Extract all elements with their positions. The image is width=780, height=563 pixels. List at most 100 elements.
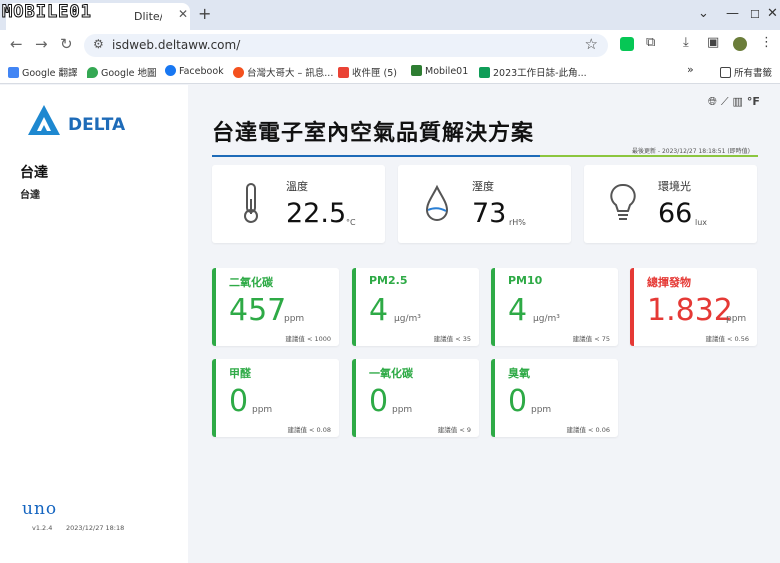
site-sub-item[interactable]: 台達 bbox=[20, 186, 40, 201]
aq-reference: 建議值 < 0.08 bbox=[287, 426, 331, 434]
browser-tab-strip: Dlite/\ ✕ MOBILE01 + ⌄ — ☐ ✕ bbox=[0, 0, 780, 30]
all-bookmarks-folder[interactable]: 所有書籤 bbox=[720, 65, 772, 79]
bookmark-item[interactable]: Google 地圖 bbox=[87, 65, 157, 79]
taiwan-mobile-icon bbox=[233, 67, 244, 78]
address-bar[interactable]: ⚙ isdweb.deltaww.com/ ☆ bbox=[84, 34, 608, 57]
sidebar-updated-time: 2023/12/27 18:18 bbox=[66, 524, 125, 532]
aq-unit: ppm bbox=[252, 405, 273, 415]
aq-value: 4 bbox=[508, 293, 528, 328]
aq-label: 總揮發物 bbox=[647, 276, 691, 289]
thermometer-icon bbox=[244, 183, 258, 223]
delta-logo[interactable]: DELTA bbox=[26, 103, 136, 139]
aq-unit: ppm bbox=[531, 405, 552, 415]
aq-unit: ppm bbox=[284, 314, 305, 324]
minimize-icon[interactable]: — bbox=[726, 6, 739, 21]
pm25-card[interactable]: PM2.5 4 μg/m³ 建議值 < 35 bbox=[352, 268, 479, 346]
unit-toggle-button[interactable]: °F bbox=[747, 95, 760, 108]
title-underline-green bbox=[540, 155, 758, 157]
last-update-text: 最後更新 - 2023/12/27 18:18:51 (即時值) bbox=[632, 148, 751, 155]
sheets-icon bbox=[479, 67, 490, 78]
close-window-icon[interactable]: ✕ bbox=[767, 6, 778, 21]
folder-icon bbox=[720, 67, 731, 78]
url-text[interactable]: isdweb.deltaww.com/ bbox=[112, 38, 240, 52]
env-label: 環境光 bbox=[658, 180, 691, 193]
pm10-card[interactable]: PM10 4 μg/m³ 建議值 < 75 bbox=[491, 268, 618, 346]
sidebar: DELTA 台達 台達 uno v1.2.4 2023/12/27 18:18 bbox=[0, 85, 188, 563]
tab-close-icon[interactable]: ✕ bbox=[178, 7, 188, 21]
line-chart-icon[interactable]: ⟋ bbox=[721, 95, 729, 108]
aq-label: 臭氧 bbox=[508, 367, 530, 380]
aq-reference: 建議值 < 9 bbox=[437, 426, 471, 434]
tvoc-card[interactable]: 總揮發物 1.832 ppm 建議值 < 0.56 bbox=[630, 268, 757, 346]
line-extension-icon[interactable] bbox=[620, 37, 634, 51]
bookmark-item[interactable]: Mobile01 bbox=[411, 65, 468, 77]
aq-label: PM2.5 bbox=[369, 274, 408, 287]
extensions-icon[interactable]: ⧉ bbox=[646, 35, 655, 50]
brand-wordmark: DELTA bbox=[68, 115, 126, 135]
co2-card[interactable]: 二氧化碳 457 ppm 建議值 < 1000 bbox=[212, 268, 339, 346]
page-title: 台達電子室內空氣品質解決方案 bbox=[212, 121, 535, 146]
aq-value: 0 bbox=[369, 384, 389, 419]
humidity-card[interactable]: 溼度 73 rH% bbox=[398, 165, 571, 243]
tab-title: Dlite/\ bbox=[134, 10, 162, 23]
aq-value: 0 bbox=[508, 384, 528, 419]
site-name[interactable]: 台達 bbox=[20, 162, 48, 182]
uno-logo: uno bbox=[22, 499, 58, 519]
version-text: v1.2.4 bbox=[32, 524, 53, 532]
bookmark-item[interactable]: 收件匣 (5) bbox=[338, 65, 397, 79]
new-tab-icon[interactable]: + bbox=[198, 4, 211, 23]
bookmarks-bar: Google 翻譯 Google 地圖 Facebook 台灣大哥大 – 訊息.… bbox=[0, 60, 780, 84]
download-icon[interactable]: ⤓ bbox=[683, 35, 689, 50]
menu-icon[interactable]: ⋮ bbox=[760, 35, 773, 50]
gmail-icon bbox=[338, 67, 349, 78]
side-panel-icon[interactable]: ▣ bbox=[707, 35, 719, 50]
aq-reference: 建議值 < 1000 bbox=[285, 335, 331, 343]
env-unit: °C bbox=[346, 218, 356, 227]
maximize-icon[interactable]: ☐ bbox=[750, 8, 760, 21]
co-card[interactable]: 一氧化碳 0 ppm 建議值 < 9 bbox=[352, 359, 479, 437]
formaldehyde-card[interactable]: 甲醛 0 ppm 建議值 < 0.08 bbox=[212, 359, 339, 437]
env-value: 66 bbox=[658, 198, 693, 229]
mobile01-icon bbox=[411, 65, 422, 76]
env-value: 73 bbox=[472, 198, 507, 229]
aq-label: 一氧化碳 bbox=[369, 367, 413, 380]
aq-value: 4 bbox=[369, 293, 389, 328]
env-unit: rH% bbox=[509, 218, 526, 227]
language-globe-icon[interactable]: 🌐︎ bbox=[708, 95, 717, 108]
profile-avatar[interactable] bbox=[733, 37, 747, 51]
forward-icon[interactable]: → bbox=[35, 35, 48, 53]
translate-icon bbox=[8, 67, 19, 78]
aq-reference: 建議值 < 35 bbox=[433, 335, 471, 343]
title-underline-blue bbox=[212, 155, 540, 157]
watermark-logo: MOBILE01 bbox=[2, 2, 92, 23]
bookmark-item[interactable]: Facebook bbox=[165, 65, 224, 77]
aq-value: 1.832 bbox=[647, 293, 733, 328]
back-icon[interactable]: ← bbox=[10, 35, 23, 53]
aq-label: PM10 bbox=[508, 274, 543, 287]
site-info-icon[interactable]: ⚙ bbox=[93, 37, 104, 51]
aq-value: 0 bbox=[229, 384, 249, 419]
reload-icon[interactable]: ↻ bbox=[60, 35, 73, 53]
facebook-icon bbox=[165, 65, 176, 76]
bookmark-item[interactable]: Google 翻譯 bbox=[8, 65, 78, 79]
page-toolbar: 🌐︎ ⟋ ▥ °F bbox=[708, 95, 764, 109]
temperature-card[interactable]: 溫度 22.5 °C bbox=[212, 165, 385, 243]
ambient-light-card[interactable]: 環境光 66 lux bbox=[584, 165, 757, 243]
env-label: 溫度 bbox=[286, 180, 308, 193]
bookmark-star-icon[interactable]: ☆ bbox=[585, 35, 598, 53]
aq-value: 457 bbox=[229, 293, 287, 328]
tab-search-icon[interactable]: ⌄ bbox=[698, 6, 709, 21]
aq-reference: 建議值 < 0.56 bbox=[705, 335, 749, 343]
bar-chart-icon[interactable]: ▥ bbox=[733, 95, 743, 108]
aq-unit: ppm bbox=[726, 314, 747, 324]
aq-label: 甲醛 bbox=[229, 367, 251, 380]
ozone-card[interactable]: 臭氧 0 ppm 建議值 < 0.06 bbox=[491, 359, 618, 437]
aq-unit: ppm bbox=[392, 405, 413, 415]
light-bulb-icon bbox=[610, 183, 636, 220]
bookmark-item[interactable]: 台灣大哥大 – 訊息... bbox=[233, 65, 333, 79]
maps-icon bbox=[87, 67, 98, 78]
water-drop-icon bbox=[425, 184, 449, 221]
more-bookmarks-icon[interactable]: » bbox=[687, 63, 694, 76]
env-label: 溼度 bbox=[472, 180, 494, 193]
bookmark-item[interactable]: 2023工作日誌-此角... bbox=[479, 65, 587, 79]
